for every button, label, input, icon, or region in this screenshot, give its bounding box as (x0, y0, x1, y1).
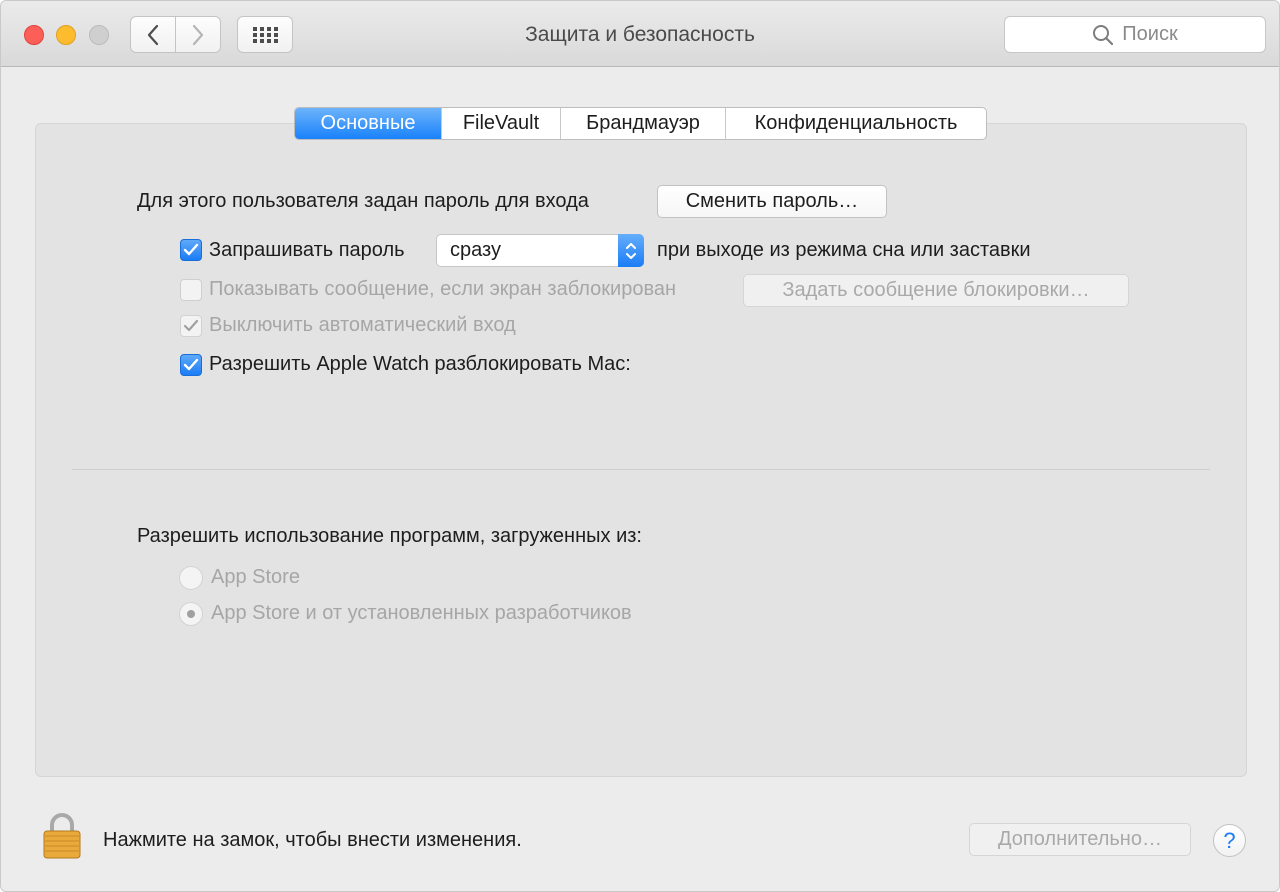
allow-apps-heading: Разрешить использование программ, загруж… (137, 525, 642, 547)
preferences-window: Защита и безопасность Поиск Основные Fil… (0, 0, 1280, 892)
radio-app-store-and-developers (179, 602, 203, 626)
content-panel (35, 123, 1247, 777)
tab-privacy[interactable]: Конфиденциальность (725, 108, 986, 139)
lock-hint-text: Нажмите на замок, чтобы внести изменения… (103, 829, 522, 851)
tab-filevault[interactable]: FileVault (441, 108, 560, 139)
disable-auto-login-label: Выключить автоматический вход (209, 314, 516, 336)
require-password-delay-value: сразу (450, 239, 501, 261)
apple-watch-unlock-checkbox[interactable] (180, 354, 202, 376)
select-arrows-icon (618, 234, 644, 267)
set-lock-message-button: Задать сообщение блокировки… (743, 274, 1129, 307)
password-status-text: Для этого пользователя задан пароль для … (137, 190, 589, 212)
title-bar: Защита и безопасность Поиск (1, 1, 1279, 67)
require-password-label: Запрашивать пароль (209, 239, 405, 261)
require-password-delay-select[interactable]: сразу (436, 234, 644, 267)
checkmark-icon (183, 243, 199, 256)
checkmark-icon (183, 358, 199, 371)
require-password-checkbox[interactable] (180, 239, 202, 261)
change-password-button[interactable]: Сменить пароль… (657, 185, 887, 218)
checkmark-icon (183, 319, 199, 332)
apple-watch-unlock-label: Разрешить Apple Watch разблокировать Mac… (209, 353, 631, 375)
radio-app-store-and-developers-label: App Store и от установленных разработчик… (211, 602, 632, 624)
radio-app-store (179, 566, 203, 590)
disable-auto-login-checkbox (180, 315, 202, 337)
search-icon (1093, 24, 1114, 45)
lock-icon[interactable] (43, 811, 81, 859)
require-password-suffix: при выходе из режима сна или заставки (657, 239, 1031, 261)
tab-bar: Основные FileVault Брандмауэр Конфиденци… (294, 107, 987, 140)
tab-firewall[interactable]: Брандмауэр (560, 108, 725, 139)
show-message-checkbox (180, 279, 202, 301)
search-field[interactable]: Поиск (1004, 16, 1266, 53)
show-message-label: Показывать сообщение, если экран заблоки… (209, 278, 677, 300)
search-placeholder: Поиск (1122, 23, 1178, 45)
help-button[interactable]: ? (1213, 824, 1246, 857)
section-divider (72, 469, 1210, 470)
advanced-button: Дополнительно… (969, 823, 1191, 856)
radio-selected-dot (187, 610, 195, 618)
radio-app-store-label: App Store (211, 566, 300, 588)
tab-general[interactable]: Основные (295, 108, 441, 139)
